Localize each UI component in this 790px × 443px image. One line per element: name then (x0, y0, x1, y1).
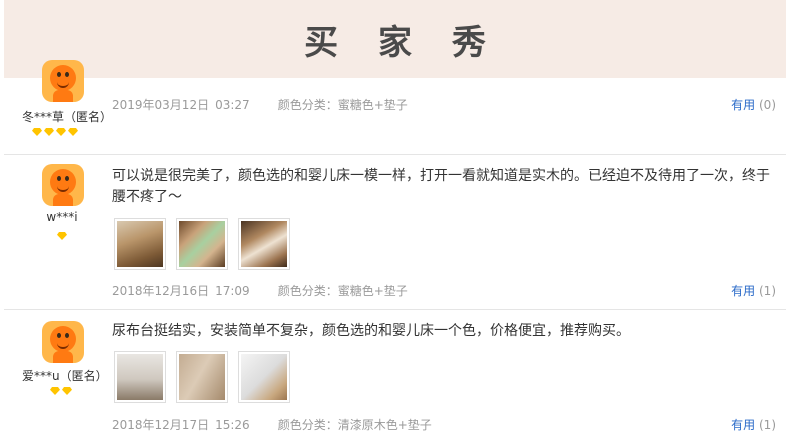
avatar (42, 164, 84, 206)
review-time: 17:09 (215, 284, 250, 298)
review-photo-thumbnail[interactable] (238, 218, 290, 270)
useful-count: (1) (759, 418, 776, 432)
avatar (42, 321, 84, 363)
diamond-icon (56, 128, 66, 136)
review-variant: 颜色分类：蜜糖色+垫子 (277, 284, 408, 298)
review-date: 2019年03月12日 (112, 98, 210, 112)
review-time: 15:26 (215, 418, 250, 432)
diamond-icon (44, 128, 54, 136)
review-photo-thumbnail[interactable] (176, 218, 228, 270)
useful-button[interactable]: 有用 (1) (731, 282, 776, 299)
reviewer-name: 爱***u（匿名） (22, 369, 108, 383)
review-time: 03:27 (215, 98, 250, 112)
review-text: 尿布台挺结实，安装简单不复杂，颜色选的和婴儿床一个色，价格便宜，推荐购买。 (112, 323, 630, 339)
useful-count: (0) (759, 98, 776, 112)
reviewer-name: w***i (46, 210, 78, 224)
useful-label[interactable]: 有用 (731, 98, 755, 112)
review-meta: 2019年03月12日 03:27 颜色分类：蜜糖色+垫子 (112, 96, 408, 113)
review-text: 可以说是很完美了，颜色选的和婴儿床一模一样，打开一看就知道是实木的。已经迫不及待… (112, 168, 770, 205)
diamond-icon (62, 387, 72, 395)
review-photo-thumbnail[interactable] (176, 351, 228, 403)
review-photo-thumbnail[interactable] (114, 218, 166, 270)
useful-count: (1) (759, 284, 776, 298)
review-variant: 颜色分类：蜜糖色+垫子 (277, 98, 408, 112)
review-item: w***i 可以说是很完美了，颜色选的和婴儿床一模一样，打开一看就知道是实木的。… (4, 154, 786, 310)
reviewer-name: 冬***草（匿名） (22, 110, 113, 124)
useful-button[interactable]: 有用 (0) (731, 96, 776, 113)
review-photo-thumbnail[interactable] (114, 351, 166, 403)
useful-label[interactable]: 有用 (731, 418, 755, 432)
diamond-icon (50, 387, 60, 395)
review-item: 冬***草（匿名） 2019年03月12日 03:27 颜色分类：蜜糖色+垫子 有用… (4, 60, 786, 155)
diamond-icon (57, 232, 67, 240)
review-date: 2018年12月17日 (112, 418, 210, 432)
page-title: 买 家 秀 (304, 22, 500, 63)
user-level-badge (57, 232, 67, 240)
user-level-badge (50, 387, 72, 395)
diamond-icon (68, 128, 78, 136)
useful-label[interactable]: 有用 (731, 284, 755, 298)
review-meta: 2018年12月16日 17:09 颜色分类：蜜糖色+垫子 (112, 282, 408, 299)
header-banner: 买 家 秀 (4, 0, 786, 78)
useful-button[interactable]: 有用 (1) (731, 416, 776, 433)
review-photo-thumbnail[interactable] (238, 351, 290, 403)
review-photos (114, 218, 290, 270)
review-photos (114, 351, 290, 403)
review-item: 爱***u（匿名） 尿布台挺结实，安装简单不复杂，颜色选的和婴儿床一个色，价格便… (4, 309, 786, 443)
diamond-icon (32, 128, 42, 136)
user-level-badge (32, 128, 78, 136)
review-date: 2018年12月16日 (112, 284, 210, 298)
review-variant: 颜色分类：清漆原木色+垫子 (277, 418, 432, 432)
review-meta: 2018年12月17日 15:26 颜色分类：清漆原木色+垫子 (112, 416, 432, 433)
avatar (42, 60, 84, 102)
